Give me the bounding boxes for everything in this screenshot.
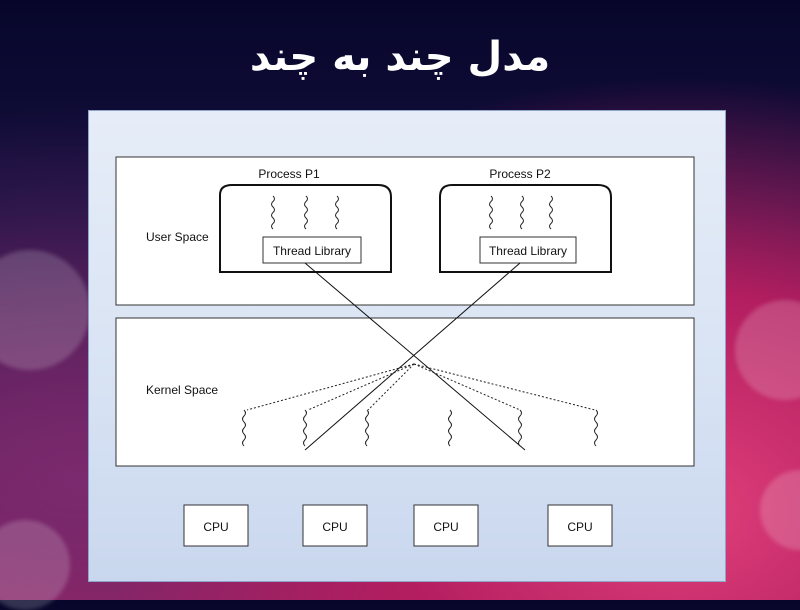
cpu-label: CPU: [203, 520, 228, 534]
thread-library-p1-label: Thread Library: [273, 244, 351, 258]
process-p2-label: Process P2: [489, 167, 551, 181]
many-to-many-diagram: User Space Kernel Space Process P1 Threa…: [115, 156, 695, 547]
cpu-label: CPU: [567, 520, 592, 534]
cpu-label: CPU: [433, 520, 458, 534]
user-space-label: User Space: [146, 230, 209, 244]
thread-library-p2-label: Thread Library: [489, 244, 567, 258]
cpu-label: CPU: [322, 520, 347, 534]
process-p1-label: Process P1: [258, 167, 320, 181]
kernel-space-label: Kernel Space: [146, 383, 218, 397]
